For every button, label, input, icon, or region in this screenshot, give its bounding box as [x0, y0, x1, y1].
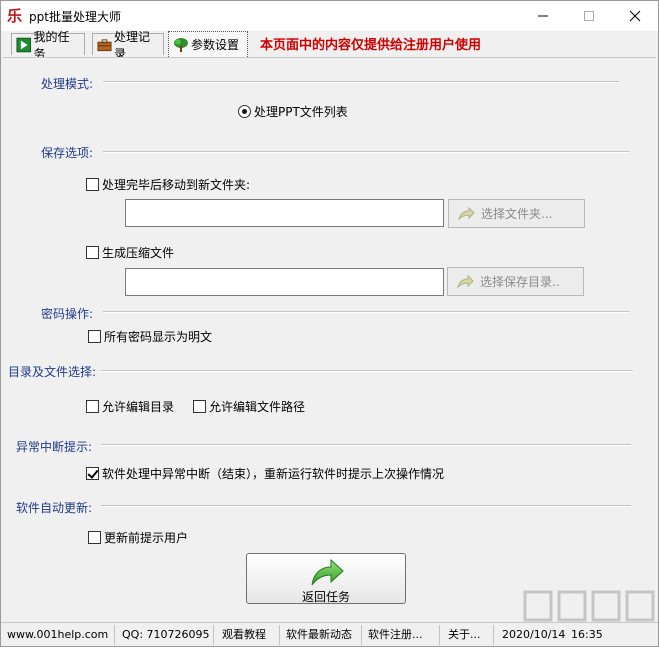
window-title: ppt批量处理大师 — [29, 10, 121, 24]
tab-label: 参数设置 — [191, 38, 240, 52]
section-title-update: 软件自动更新: — [16, 501, 93, 515]
arrow-icon — [456, 274, 474, 289]
tab-my-tasks[interactable]: 我的任务 — [11, 30, 85, 61]
checkbox-label: 生成压缩文件 — [102, 246, 175, 260]
close-icon — [629, 10, 641, 22]
watermark-logo — [523, 590, 655, 622]
checkbox-box — [86, 400, 99, 413]
app-window: 乐 ppt批量处理大师 我的任务 处理记录 参数设置 本页面中的内容仅提供给注册… — [0, 0, 659, 647]
checkbox-box — [88, 531, 101, 544]
section-title-mode: 处理模式: — [41, 77, 94, 91]
le-logo-icon: 乐 — [7, 7, 23, 25]
choose-folder-button[interactable]: 选择文件夹... — [448, 199, 585, 228]
latest-news-link[interactable]: 软件最新动态 — [282, 625, 362, 645]
checkbox-label: 软件处理中异常中断（结束），重新运行软件时提示上次操作情况 — [102, 467, 445, 481]
tree-icon — [174, 37, 188, 52]
watch-tutorial-link[interactable]: 观看教程 — [218, 625, 280, 645]
checkbox-show-passwords[interactable]: 所有密码显示为明文 — [88, 328, 212, 345]
checkbox-interrupt-prompt[interactable]: 软件处理中异常中断（结束），重新运行软件时提示上次操作情况 — [86, 465, 444, 482]
tab-strip: 我的任务 处理记录 参数设置 本页面中的内容仅提供给注册用户使用 — [1, 30, 658, 61]
return-task-label: 返回任务 — [301, 590, 350, 604]
checkbox-checked-icon — [86, 467, 99, 480]
close-button[interactable] — [612, 1, 658, 31]
minimize-icon — [538, 15, 548, 17]
section-title-password: 密码操作: — [41, 307, 94, 321]
status-bar: www.001help.com QQ: 710726095 观看教程 软件最新动… — [1, 622, 658, 646]
checkbox-label: 允许编辑文件路径 — [209, 400, 306, 414]
checkbox-generate-zip[interactable]: 生成压缩文件 — [86, 244, 174, 261]
folder-path-input[interactable] — [125, 199, 444, 227]
button-label: 选择保存目录.. — [480, 275, 560, 289]
tab-history[interactable]: 处理记录 — [92, 30, 164, 61]
return-arrow-icon — [311, 558, 344, 586]
divider — [101, 444, 631, 446]
register-link[interactable]: 软件注册... — [364, 625, 440, 645]
return-task-button[interactable]: 返回任务 — [246, 553, 406, 604]
button-label: 选择文件夹... — [481, 207, 553, 221]
checkbox-box — [88, 330, 101, 343]
divider — [101, 505, 631, 507]
checkbox-label: 处理完毕后移动到新文件夹: — [102, 178, 251, 192]
checkbox-edit-file-path[interactable]: 允许编辑文件路径 — [193, 398, 305, 415]
arrow-icon — [457, 206, 475, 221]
section-title-directory: 目录及文件选择: — [8, 365, 97, 379]
title-bar[interactable]: 乐 ppt批量处理大师 — [1, 1, 658, 31]
radio-selected-icon — [238, 105, 251, 118]
checkbox-box — [86, 178, 99, 191]
checkbox-edit-directory[interactable]: 允许编辑目录 — [86, 398, 174, 415]
checkbox-box — [193, 400, 206, 413]
play-icon — [16, 37, 32, 52]
divider — [103, 81, 619, 83]
checkbox-label: 允许编辑目录 — [102, 400, 175, 414]
qq-number: QQ: 710726095 — [118, 625, 214, 645]
section-title-save: 保存选项: — [41, 146, 94, 160]
radio-label: 处理PPT文件列表 — [254, 105, 348, 119]
choose-save-dir-button[interactable]: 选择保存目录.. — [447, 267, 584, 296]
minimize-button[interactable] — [520, 1, 566, 31]
maximize-icon — [584, 11, 594, 21]
divider — [103, 311, 629, 313]
section-title-interrupt: 异常中断提示: — [16, 440, 93, 454]
briefcase-icon — [97, 38, 112, 51]
checkbox-label: 所有密码显示为明文 — [104, 330, 213, 344]
radio-process-ppt-list[interactable]: 处理PPT文件列表 — [238, 103, 348, 120]
divider — [101, 370, 633, 372]
status-date: 2020/10/14 — [502, 628, 566, 641]
maximize-button[interactable] — [566, 1, 612, 31]
tab-settings[interactable]: 参数设置 — [168, 31, 248, 57]
registered-users-notice: 本页面中的内容仅提供给注册用户使用 — [260, 38, 482, 53]
divider — [103, 151, 629, 153]
status-time: 16:35 — [571, 628, 603, 641]
website-link[interactable]: www.001help.com — [3, 625, 115, 645]
about-link[interactable]: 关于... — [444, 625, 494, 645]
checkbox-box — [86, 246, 99, 259]
checkbox-move-to-folder[interactable]: 处理完毕后移动到新文件夹: — [86, 176, 250, 193]
checkbox-label: 更新前提示用户 — [104, 531, 189, 545]
checkbox-notify-before-update[interactable]: 更新前提示用户 — [88, 529, 188, 546]
zip-path-input[interactable] — [125, 268, 444, 296]
